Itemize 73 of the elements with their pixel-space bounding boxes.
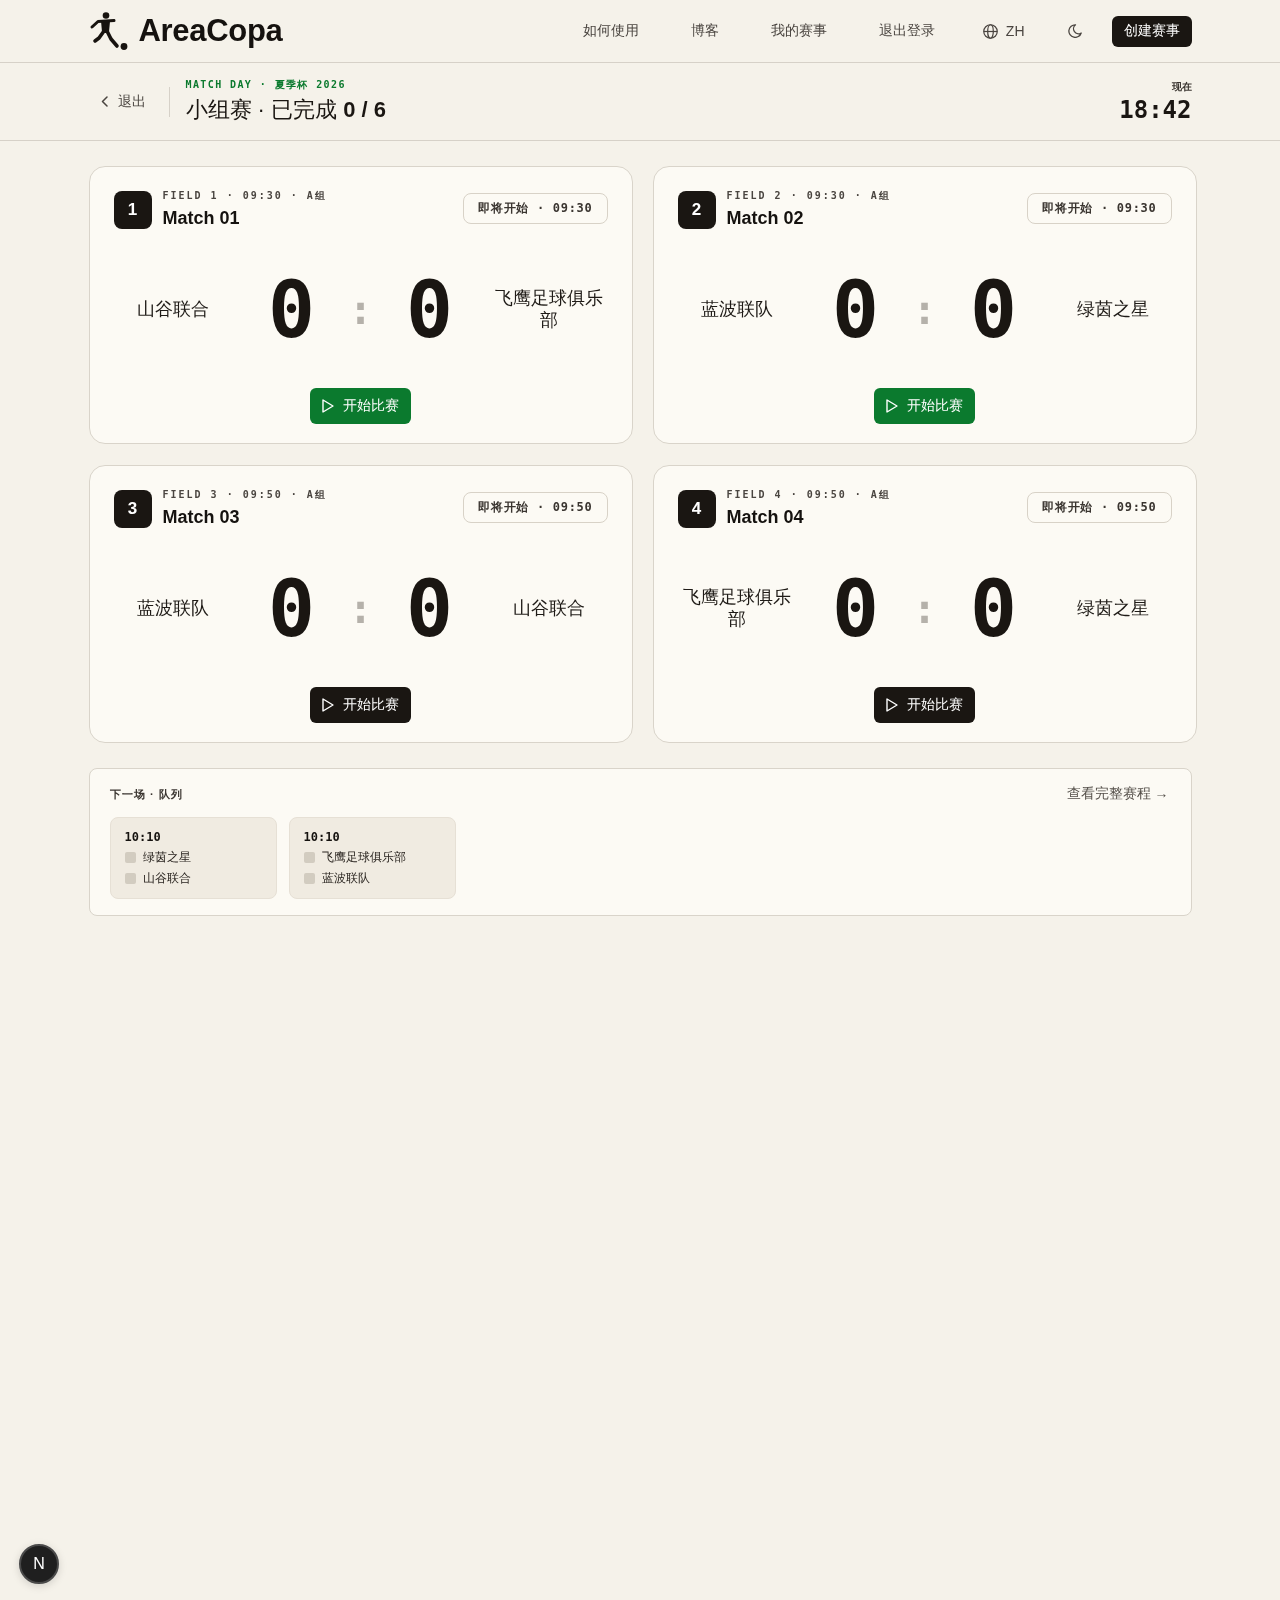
soccer-player-icon bbox=[88, 11, 129, 51]
team-name: 蓝波联队 bbox=[700, 299, 773, 321]
status-pill: 即将开始 · 09:30 bbox=[1027, 193, 1172, 224]
team-name: 飞鹰足球俱乐部 bbox=[493, 288, 604, 332]
globe-icon bbox=[982, 23, 998, 39]
moon-icon[interactable] bbox=[1067, 24, 1082, 38]
play-icon bbox=[322, 698, 334, 712]
nav-link[interactable]: 博客 bbox=[690, 22, 719, 40]
match-title: Match 01 bbox=[162, 208, 241, 229]
score: 0 bbox=[268, 570, 315, 648]
status-pill: 即将开始 · 09:30 bbox=[463, 193, 608, 224]
clock-time: 18:42 bbox=[1119, 95, 1192, 124]
team-name: 绿茵之星 bbox=[1076, 598, 1149, 620]
score-separator: : bbox=[348, 589, 373, 629]
start-match-button[interactable]: 开始比赛 bbox=[874, 388, 975, 424]
status-pill: 即将开始 · 09:50 bbox=[463, 492, 608, 523]
score: 0 bbox=[268, 271, 315, 349]
score: 0 bbox=[832, 570, 879, 648]
language-button[interactable]: ZH bbox=[982, 23, 1025, 39]
score-separator: : bbox=[912, 589, 937, 629]
match-number: 4 bbox=[677, 490, 716, 528]
play-icon bbox=[886, 698, 898, 712]
nav-link[interactable]: 如何使用 bbox=[582, 22, 639, 40]
swatch-icon bbox=[303, 852, 315, 863]
dev-tools-button[interactable]: N bbox=[19, 1544, 59, 1584]
back-button[interactable]: 退出 bbox=[100, 92, 146, 111]
queue-title: 下一场 · 队列 bbox=[109, 786, 184, 802]
match-title: Match 04 bbox=[726, 507, 805, 528]
score-separator: : bbox=[912, 290, 937, 330]
clock-label: 现在 bbox=[1170, 79, 1192, 94]
swatch-icon bbox=[303, 873, 315, 884]
team-name: 山谷联合 bbox=[136, 299, 209, 321]
queue-team-name: 蓝波联队 bbox=[321, 870, 370, 887]
match-meta: FIELD 3 · 09:50 · A组 bbox=[162, 488, 327, 502]
brand-name[interactable]: AreaCopa bbox=[138, 13, 283, 49]
score: 0 bbox=[832, 271, 879, 349]
match-meta: FIELD 4 · 09:50 · A组 bbox=[726, 488, 891, 502]
score: 0 bbox=[970, 271, 1017, 349]
start-match-button[interactable]: 开始比赛 bbox=[874, 687, 975, 723]
queue-time: 10:10 bbox=[303, 830, 341, 844]
match-title: Match 02 bbox=[726, 208, 805, 229]
queue-team-name: 绿茵之星 bbox=[142, 849, 191, 866]
match-meta: FIELD 1 · 09:30 · A组 bbox=[162, 189, 327, 203]
score: 0 bbox=[970, 570, 1017, 648]
score-separator: : bbox=[348, 290, 373, 330]
team-name: 绿茵之星 bbox=[1076, 299, 1149, 321]
match-meta: FIELD 2 · 09:30 · A组 bbox=[726, 189, 891, 203]
full-schedule-link[interactable]: 查看完整赛程 → bbox=[1066, 785, 1169, 803]
queue-team-name: 山谷联合 bbox=[142, 870, 191, 887]
page-title: 小组赛 · 已完成 0 / 6 bbox=[185, 96, 386, 124]
match-number: 1 bbox=[113, 191, 152, 229]
team-name: 蓝波联队 bbox=[136, 598, 209, 620]
create-tournament-button[interactable]: 创建赛事 bbox=[1111, 15, 1192, 47]
start-match-button[interactable]: 开始比赛 bbox=[310, 687, 411, 723]
nav-link[interactable]: 退出登录 bbox=[878, 22, 935, 40]
queue-time: 10:10 bbox=[124, 830, 162, 844]
team-name: 山谷联合 bbox=[512, 598, 585, 620]
score: 0 bbox=[406, 271, 453, 349]
eyebrow-label: MATCH DAY · 夏季杯 2026 bbox=[185, 78, 347, 92]
status-pill: 即将开始 · 09:50 bbox=[1027, 492, 1172, 523]
match-number: 2 bbox=[677, 191, 716, 229]
play-icon bbox=[322, 399, 334, 413]
match-title: Match 03 bbox=[162, 507, 241, 528]
score: 0 bbox=[406, 570, 453, 648]
swatch-icon bbox=[124, 873, 136, 884]
team-name: 飞鹰足球俱乐部 bbox=[681, 587, 792, 631]
chevron-left-icon bbox=[100, 96, 108, 107]
swatch-icon bbox=[124, 852, 136, 863]
match-number: 3 bbox=[113, 490, 152, 528]
start-match-button[interactable]: 开始比赛 bbox=[310, 388, 411, 424]
play-icon bbox=[886, 399, 898, 413]
queue-team-name: 飞鹰足球俱乐部 bbox=[321, 849, 406, 866]
nav-link[interactable]: 我的赛事 bbox=[770, 22, 827, 40]
